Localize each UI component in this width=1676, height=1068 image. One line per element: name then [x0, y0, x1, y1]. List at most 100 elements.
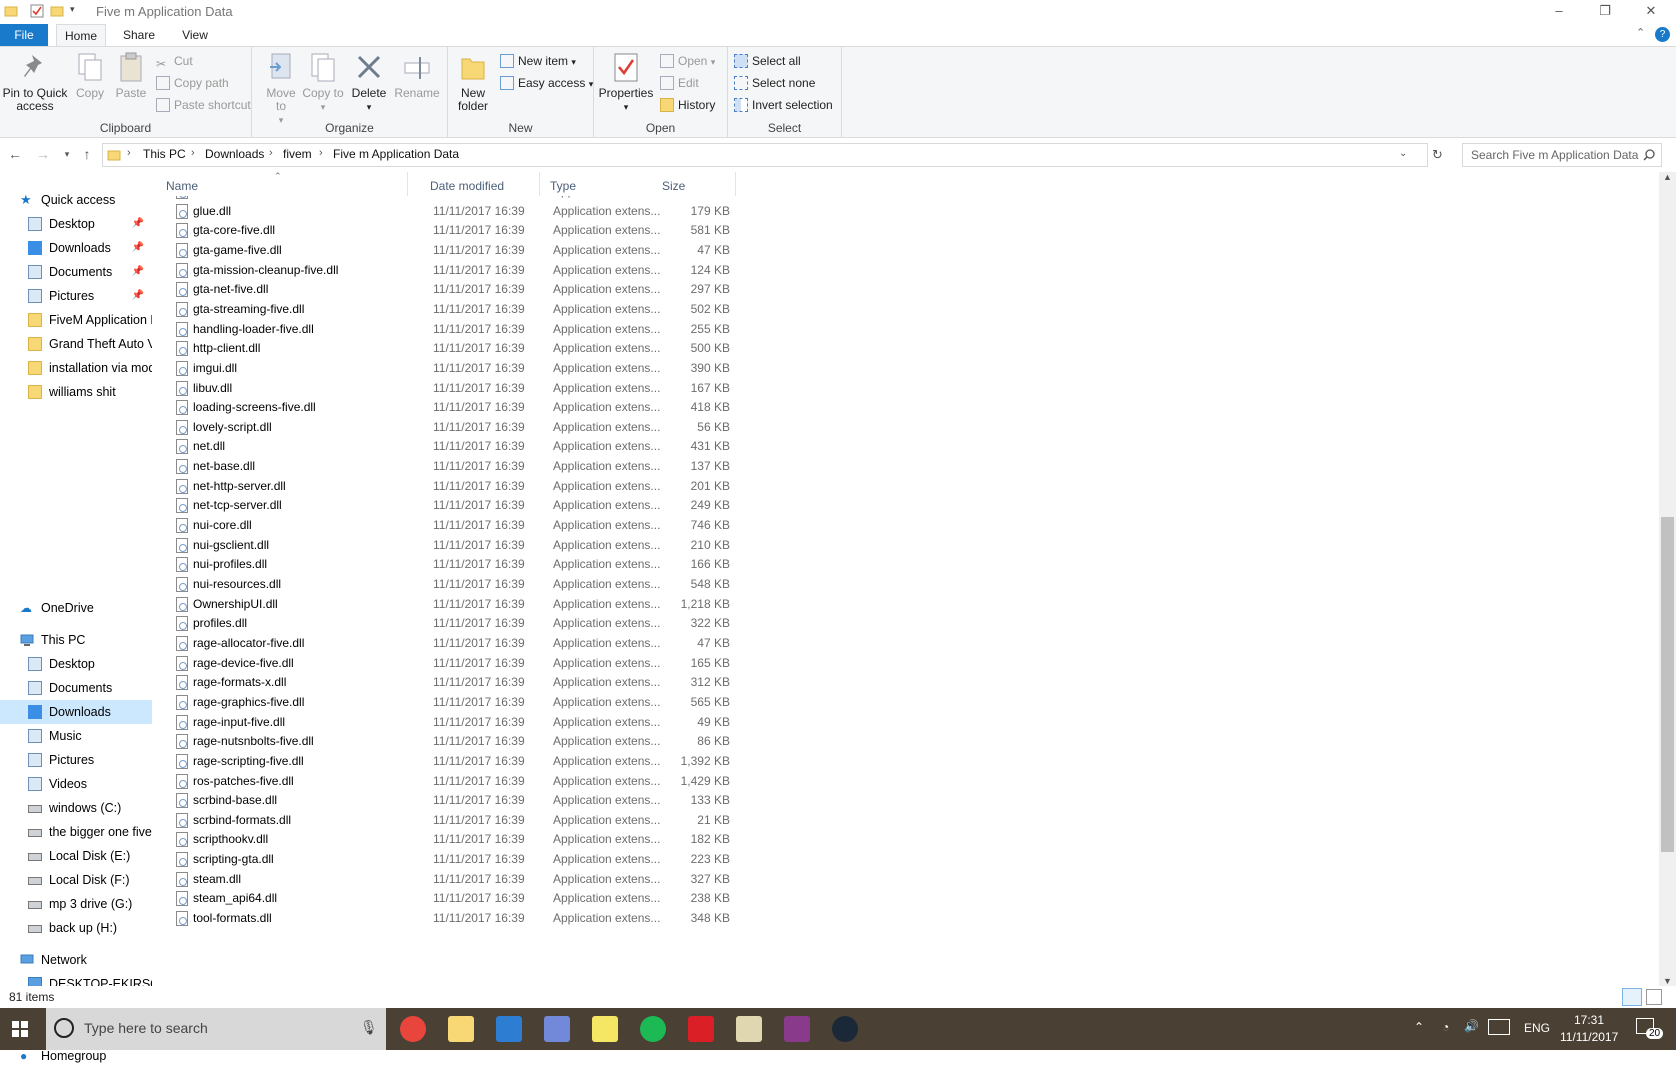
- file-row[interactable]: net-base.dll 11/11/2017 16:39 Application …: [160, 456, 750, 477]
- address-bar[interactable]: › This PC › Downloads › fivem › Five m A…: [102, 143, 1428, 167]
- nav-network[interactable]: Network: [0, 948, 152, 972]
- history-button[interactable]: History: [660, 95, 715, 115]
- chrome-icon[interactable]: [400, 1016, 426, 1042]
- nav-quick-access[interactable]: ★ Quick access: [0, 188, 152, 212]
- copy-path-button[interactable]: Copy path: [156, 73, 229, 93]
- wifi-icon[interactable]: ◔: [1442, 1020, 1449, 1034]
- customize-qat-dropdown[interactable]: ▾: [70, 4, 75, 20]
- clock-date[interactable]: 11/11/2017: [1560, 1030, 1618, 1044]
- tab-share[interactable]: Share: [114, 24, 164, 46]
- file-row[interactable]: nui-resources.dll 11/11/2017 16:39 Applica…: [160, 574, 750, 595]
- properties-qat-icon[interactable]: [30, 4, 44, 20]
- windows-start-icon[interactable]: [12, 1021, 28, 1037]
- file-row[interactable]: http-client.dll 11/11/2017 16:39 Applicati…: [160, 338, 750, 359]
- nav-pc-item[interactable]: Local Disk (F:): [0, 868, 152, 892]
- copy-to-button[interactable]: Copy to ▾: [302, 51, 344, 114]
- new-folder-qat-icon[interactable]: [50, 4, 64, 20]
- file-row[interactable]: rage-device-five.dll 11/11/2017 16:39 Appl…: [160, 653, 750, 674]
- breadcrumb-separator[interactable]: ›: [269, 147, 273, 159]
- file-row[interactable]: scrbind-base.dll 11/11/2017 16:39 Applicat…: [160, 790, 750, 811]
- details-view-icon[interactable]: [1622, 988, 1642, 1006]
- nav-pc-item[interactable]: Downloads: [0, 700, 152, 724]
- file-row[interactable]: libuv.dll 11/11/2017 16:39 Application ext…: [160, 378, 750, 399]
- rename-button[interactable]: Rename: [392, 51, 442, 100]
- sticky-notes-icon[interactable]: [592, 1016, 618, 1042]
- minimize-button[interactable]: –: [1536, 0, 1582, 24]
- file-row[interactable]: gta-mission-cleanup-five.dll 11/11/2017 1…: [160, 260, 750, 281]
- file-row[interactable]: rage-input-five.dll 11/11/2017 16:39 Appli…: [160, 712, 750, 733]
- nav-quick-item[interactable]: Documents 📌: [0, 260, 152, 284]
- cut-button[interactable]: ✂ Cut: [156, 51, 193, 71]
- taskbar-search-box[interactable]: Type here to search 🎙: [46, 1008, 386, 1050]
- maximize-button[interactable]: ❐: [1582, 0, 1628, 24]
- file-row[interactable]: scripting-gta.dll 11/11/2017 16:39 Applica…: [160, 849, 750, 870]
- search-box[interactable]: Search Five m Application Data: [1462, 143, 1662, 167]
- column-header-date-modified[interactable]: Date modified: [424, 172, 540, 196]
- breadcrumb-this-pc[interactable]: This PC: [143, 147, 186, 161]
- file-explorer-icon[interactable]: [448, 1016, 474, 1042]
- nav-quick-item[interactable]: Downloads 📌: [0, 236, 152, 260]
- shield-icon[interactable]: [736, 1016, 762, 1042]
- winrar-icon[interactable]: [784, 1016, 810, 1042]
- store-icon[interactable]: [496, 1016, 522, 1042]
- nav-pc-item[interactable]: Desktop: [0, 652, 152, 676]
- breadcrumb-separator[interactable]: ›: [319, 147, 323, 159]
- recent-locations-chevron-icon[interactable]: ▾: [58, 149, 76, 160]
- file-row[interactable]: handling-loader-five.dll 11/11/2017 16:39…: [160, 319, 750, 340]
- refresh-icon[interactable]: ↻: [1432, 147, 1443, 163]
- nav-quick-item[interactable]: Grand Theft Auto V: [0, 332, 152, 356]
- forward-arrow-icon[interactable]: →: [34, 146, 52, 162]
- file-row[interactable]: OwnershipUI.dll 11/11/2017 16:39 Applicati…: [160, 594, 750, 615]
- file-row[interactable]: tool-formats.dll 11/11/2017 16:39 Applicat…: [160, 908, 750, 929]
- file-row[interactable]: gta-game-five.dll 11/11/2017 16:39 Applica…: [160, 240, 750, 261]
- breadcrumb-downloads[interactable]: Downloads: [205, 147, 264, 161]
- breadcrumb-five-m-application-data[interactable]: Five m Application Data: [333, 147, 459, 161]
- new-folder-button[interactable]: New folder: [452, 51, 494, 113]
- select-none-button[interactable]: Select none: [734, 73, 815, 93]
- breadcrumb-separator[interactable]: ›: [127, 147, 131, 159]
- new-item-button[interactable]: New item ▾: [500, 51, 576, 71]
- nav-this-pc[interactable]: This PC: [0, 628, 152, 652]
- scroll-down-icon[interactable]: ▼: [1663, 976, 1672, 986]
- nav-pc-item[interactable]: windows (C:): [0, 796, 152, 820]
- file-row[interactable]: net-http-server.dll 11/11/2017 16:39 Appli…: [160, 476, 750, 497]
- open-button[interactable]: Open ▾: [660, 51, 715, 71]
- close-button[interactable]: ✕: [1628, 0, 1674, 24]
- file-row[interactable]: nui-core.dll 11/11/2017 16:39 Application …: [160, 515, 750, 536]
- pin-to-quick-access-button[interactable]: Pin to Quick access: [2, 51, 68, 113]
- scrollbar-thumb[interactable]: [1661, 517, 1674, 852]
- file-row[interactable]: net-tcp-server.dll 11/11/2017 16:39 Applic…: [160, 495, 750, 516]
- show-hidden-icons-icon[interactable]: ⌃: [1414, 1020, 1424, 1034]
- file-row[interactable]: loading-screens-five.dll 11/11/2017 16:39…: [160, 397, 750, 418]
- vertical-scrollbar[interactable]: ▲ ▼: [1659, 172, 1676, 986]
- scroll-up-icon[interactable]: ▲: [1663, 172, 1672, 182]
- nav-pc-item[interactable]: the bigger one five: [0, 820, 152, 844]
- file-row[interactable]: glue.dll 11/11/2017 16:39 Application exte…: [160, 201, 750, 222]
- file-row[interactable]: gta-net-five.dll 11/11/2017 16:39 Applicat…: [160, 279, 750, 300]
- file-row[interactable]: net.dll 11/11/2017 16:39 Application exten…: [160, 436, 750, 457]
- back-arrow-icon[interactable]: ←: [6, 146, 24, 162]
- nav-quick-item[interactable]: Pictures 📌: [0, 284, 152, 308]
- language-indicator[interactable]: ENG: [1524, 1021, 1550, 1035]
- nav-quick-item[interactable]: installation via mod: [0, 356, 152, 380]
- breadcrumb-fivem[interactable]: fivem: [283, 147, 312, 161]
- microphone-icon[interactable]: 🎙: [360, 1019, 378, 1036]
- nav-quick-item[interactable]: FiveM Application D: [0, 308, 152, 332]
- nav-pc-item[interactable]: mp 3 drive (G:): [0, 892, 152, 916]
- volume-icon[interactable]: 🔊: [1464, 1019, 1479, 1033]
- paste-button[interactable]: Paste: [110, 51, 152, 100]
- clock-time[interactable]: 17:31: [1574, 1013, 1604, 1027]
- file-row[interactable]: scripthookv.dll 11/11/2017 16:39 Applicati…: [160, 829, 750, 850]
- file-row[interactable]: gta-streaming-five.dll 11/11/2017 16:39 Ap…: [160, 299, 750, 320]
- file-row[interactable]: rage-scripting-five.dll 11/11/2017 16:39 A…: [160, 751, 750, 772]
- delete-button[interactable]: Delete ▾: [348, 51, 390, 114]
- large-icons-view-icon[interactable]: [1646, 989, 1662, 1005]
- help-icon[interactable]: ?: [1655, 27, 1670, 42]
- file-row[interactable]: gta-core-five.dll 11/11/2017 16:39 Applica…: [160, 220, 750, 241]
- invert-selection-button[interactable]: Invert selection: [734, 95, 833, 115]
- nav-pc-item[interactable]: Pictures: [0, 748, 152, 772]
- nav-pc-item[interactable]: Music: [0, 724, 152, 748]
- tab-view[interactable]: View: [170, 24, 220, 46]
- properties-button[interactable]: Properties ▾: [596, 51, 656, 114]
- nav-pc-item[interactable]: Videos: [0, 772, 152, 796]
